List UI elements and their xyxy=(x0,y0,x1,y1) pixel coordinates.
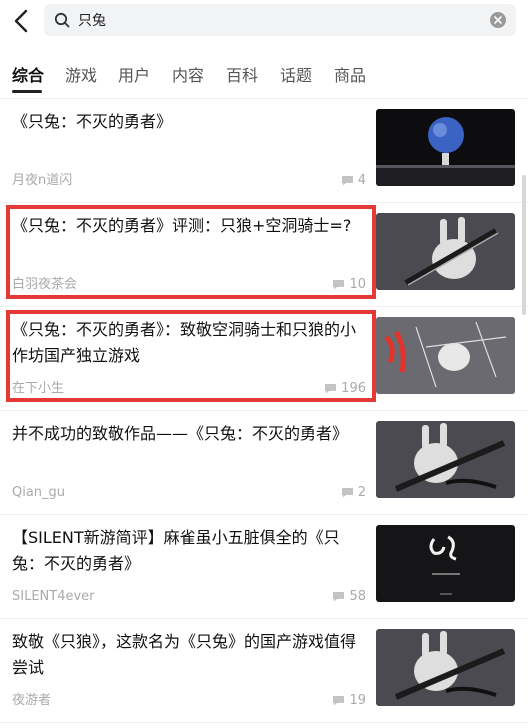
result-title: 《只兔：不灭的勇者》评测：只狼+空洞骑士=? xyxy=(12,216,352,235)
scrollbar[interactable] xyxy=(522,175,526,315)
tab-wiki[interactable]: 百科 xyxy=(226,62,258,86)
comment-count: 4 xyxy=(341,173,366,188)
result-item[interactable]: 《只兔：不灭的勇者》 月夜n道闪 4 xyxy=(0,99,528,203)
tab-all[interactable]: 综合 xyxy=(12,62,44,86)
comment-count: 2 xyxy=(341,485,366,500)
thumbnail-rabbit-blade xyxy=(376,213,515,290)
result-title: 《只兔：不灭的勇者》 xyxy=(12,112,173,131)
result-item[interactable]: 《只兔：不灭的勇者》评测：只狼+空洞骑士=? 白羽夜茶会 10 xyxy=(0,203,528,307)
comment-icon xyxy=(333,696,345,706)
tab-games[interactable]: 游戏 xyxy=(65,62,97,86)
tab-products[interactable]: 商品 xyxy=(334,62,366,86)
result-author: 在下小生 xyxy=(12,381,65,396)
result-title: 致敬《只狼》，这款名为《只兔》的国产游戏值得尝试 xyxy=(12,632,357,677)
result-author: SILENT4ever xyxy=(12,589,95,604)
result-author: 白羽夜茶会 xyxy=(12,277,78,292)
back-arrow-icon[interactable] xyxy=(10,8,34,34)
search-bar xyxy=(44,4,516,36)
comment-icon xyxy=(341,488,353,498)
search-icon xyxy=(54,12,70,28)
result-title: 【SILENT新游简评】麻雀虽小五脏俱全的《只兔：不灭的勇者》 xyxy=(12,528,340,573)
thumbnail-dark-title xyxy=(376,525,515,602)
result-author: 夜游者 xyxy=(12,693,52,708)
result-item[interactable]: 【SILENT新游简评】麻雀虽小五脏俱全的《只兔：不灭的勇者》 SILENT4e… xyxy=(0,515,528,619)
comment-icon xyxy=(325,384,337,394)
comment-count: 196 xyxy=(324,381,366,396)
thumbnail-rabbit-blade xyxy=(376,629,515,706)
result-title: 《只兔：不灭的勇者》：致敬空洞骑士和只狼的小作坊国产独立游戏 xyxy=(12,320,357,365)
comment-count: 19 xyxy=(332,693,366,708)
tab-content[interactable]: 内容 xyxy=(172,62,204,86)
comment-count: 58 xyxy=(332,589,366,604)
comment-count: 10 xyxy=(332,277,366,292)
top-bar xyxy=(0,0,528,44)
result-item[interactable]: 致敬《只狼》，这款名为《只兔》的国产游戏值得尝试 夜游者 19 xyxy=(0,619,528,723)
result-author: Qian_gu xyxy=(12,485,66,500)
thumbnail-planet-scene xyxy=(376,109,515,186)
result-author: 月夜n道闪 xyxy=(12,173,73,188)
tab-users[interactable]: 用户 xyxy=(118,62,150,86)
active-tab-indicator xyxy=(12,90,42,93)
result-title: 并不成功的致敬作品——《只兔：不灭的勇者》 xyxy=(12,424,349,443)
clear-search-icon[interactable] xyxy=(490,12,506,28)
comment-icon xyxy=(333,592,345,602)
result-item[interactable]: 并不成功的致敬作品——《只兔：不灭的勇者》 Qian_gu 2 xyxy=(0,411,528,515)
result-item[interactable]: 《只兔：不灭的勇者》：致敬空洞骑士和只狼的小作坊国产独立游戏 在下小生 196 xyxy=(0,307,528,411)
category-tabs: 综合 游戏 用户 内容 百科 话题 商品 xyxy=(0,46,528,99)
thumbnail-rabbit-blade xyxy=(376,421,515,498)
search-input[interactable] xyxy=(78,4,478,36)
comment-icon xyxy=(333,280,345,290)
comment-icon xyxy=(341,176,353,186)
tab-topics[interactable]: 话题 xyxy=(280,62,312,86)
thumbnail-comic-sketch xyxy=(376,317,515,394)
